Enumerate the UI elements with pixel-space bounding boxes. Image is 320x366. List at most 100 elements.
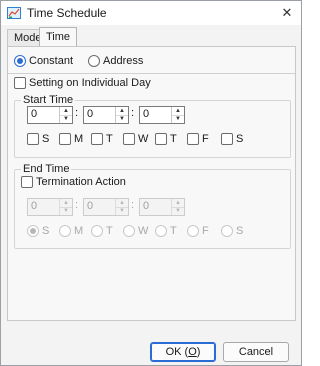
termination-action-checkbox[interactable] [21, 176, 33, 189]
start-day-thu[interactable]: T [155, 133, 177, 147]
time-schedule-dialog: Time Schedule ✕ Mode Time Set Constant A… [0, 0, 302, 366]
start-day-mon[interactable]: M [59, 133, 83, 147]
address-label: Address [103, 55, 144, 68]
day-checkbox[interactable] [91, 133, 103, 146]
start-second-spinner[interactable]: 0 ▲ ▼ [139, 106, 185, 124]
day-label: W [138, 133, 149, 146]
day-checkbox[interactable] [187, 133, 199, 146]
time-separator: : [75, 199, 79, 211]
day-label: M [74, 133, 84, 146]
day-label: T [170, 133, 177, 146]
day-label: T [170, 225, 177, 238]
start-minute-arrows: ▲ ▼ [115, 107, 128, 123]
tab-time-set[interactable]: Time Set [39, 27, 78, 62]
individual-day-option[interactable]: Setting on Individual Day [14, 77, 151, 90]
time-separator: : [131, 107, 135, 119]
address-radio[interactable] [88, 55, 100, 68]
start-hour-arrows: ▲ ▼ [59, 107, 72, 123]
ok-button[interactable]: OK (O) [150, 342, 216, 362]
constant-radio[interactable] [14, 55, 26, 68]
day-radio[interactable] [123, 225, 135, 238]
ok-label-prefix: OK ( [165, 346, 189, 358]
end-hour-spinner[interactable]: 0 ▲ ▼ [27, 198, 73, 216]
start-time-title: Start Time [21, 94, 76, 106]
end-time-group: End Time Termination Action 0 ▲ ▼ : 0 ▲ … [14, 163, 291, 249]
spin-down-icon[interactable]: ▼ [60, 207, 72, 215]
day-label: S [42, 225, 50, 238]
start-minute-value: 0 [87, 108, 94, 120]
start-second-value: 0 [143, 108, 150, 120]
ok-access-key: O [188, 346, 197, 358]
app-icon [7, 7, 21, 19]
day-label: W [138, 225, 149, 238]
individual-day-label: Setting on Individual Day [29, 77, 151, 90]
end-day-mon[interactable]: M [59, 225, 83, 239]
day-radio[interactable] [155, 225, 167, 238]
day-checkbox[interactable] [155, 133, 167, 146]
end-day-tue[interactable]: T [91, 225, 113, 239]
start-time-group: Start Time 0 ▲ ▼ : 0 ▲ ▼ : 0 ▲ ▼ S M T W… [14, 94, 291, 158]
termination-action-label: Termination Action [36, 176, 126, 189]
time-set-panel: Constant Address Setting on Individual D… [7, 46, 296, 321]
constant-option[interactable]: Constant [14, 55, 74, 68]
day-label: T [106, 225, 113, 238]
cancel-button[interactable]: Cancel [223, 342, 289, 362]
end-day-sat[interactable]: S [221, 225, 243, 239]
start-second-arrows: ▲ ▼ [171, 107, 184, 123]
start-day-sat[interactable]: S [221, 133, 243, 147]
end-day-wed[interactable]: W [123, 225, 148, 239]
individual-day-checkbox[interactable] [14, 77, 26, 90]
day-label: F [202, 225, 209, 238]
constant-label: Constant [29, 55, 74, 68]
start-day-sun[interactable]: S [27, 133, 49, 147]
end-minute-spinner[interactable]: 0 ▲ ▼ [83, 198, 129, 216]
day-radio[interactable] [59, 225, 71, 238]
title-bar: Time Schedule ✕ [1, 1, 301, 25]
address-option[interactable]: Address [88, 55, 144, 68]
day-label: S [236, 133, 244, 146]
end-hour-value: 0 [31, 200, 38, 212]
day-label: F [202, 133, 209, 146]
end-day-fri[interactable]: F [187, 225, 209, 239]
end-minute-arrows: ▲ ▼ [115, 199, 128, 215]
spin-down-icon[interactable]: ▼ [116, 207, 128, 215]
end-hour-arrows: ▲ ▼ [59, 199, 72, 215]
end-second-value: 0 [143, 200, 150, 212]
end-minute-value: 0 [87, 200, 94, 212]
day-label: S [236, 225, 244, 238]
start-hour-value: 0 [31, 108, 38, 120]
source-radio-row: Constant Address [14, 55, 143, 69]
spin-down-icon[interactable]: ▼ [60, 115, 72, 123]
day-radio[interactable] [91, 225, 103, 238]
end-day-thu[interactable]: T [155, 225, 177, 239]
day-label: S [42, 133, 50, 146]
end-time-title: End Time [21, 163, 72, 175]
day-radio[interactable] [27, 225, 39, 238]
divider [8, 73, 295, 74]
day-label: M [74, 225, 84, 238]
start-hour-spinner[interactable]: 0 ▲ ▼ [27, 106, 73, 124]
day-checkbox[interactable] [221, 133, 233, 146]
spin-down-icon[interactable]: ▼ [172, 115, 184, 123]
close-button[interactable]: ✕ [277, 3, 297, 23]
time-separator: : [131, 199, 135, 211]
end-day-sun[interactable]: S [27, 225, 49, 239]
start-day-wed[interactable]: W [123, 133, 148, 147]
day-checkbox[interactable] [123, 133, 135, 146]
day-radio[interactable] [221, 225, 233, 238]
end-second-spinner[interactable]: 0 ▲ ▼ [139, 198, 185, 216]
window-title: Time Schedule [27, 6, 107, 20]
termination-action-option[interactable]: Termination Action [21, 176, 126, 189]
day-radio[interactable] [187, 225, 199, 238]
start-day-tue[interactable]: T [91, 133, 113, 147]
spin-down-icon[interactable]: ▼ [116, 115, 128, 123]
end-second-arrows: ▲ ▼ [171, 199, 184, 215]
start-day-fri[interactable]: F [187, 133, 209, 147]
start-minute-spinner[interactable]: 0 ▲ ▼ [83, 106, 129, 124]
spin-down-icon[interactable]: ▼ [172, 207, 184, 215]
ok-label-suffix: ) [196, 346, 201, 358]
day-checkbox[interactable] [27, 133, 39, 146]
day-label: T [106, 133, 113, 146]
day-checkbox[interactable] [59, 133, 71, 146]
close-icon: ✕ [281, 5, 293, 20]
